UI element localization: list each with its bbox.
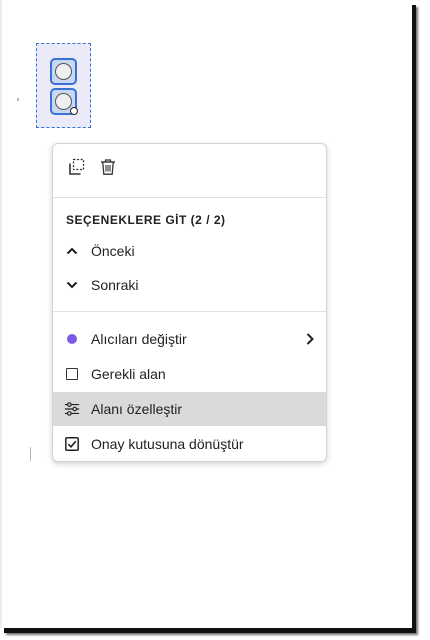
navigation-title: SEÇENEKLERE GİT (2 / 2) bbox=[66, 213, 226, 227]
sliders-icon bbox=[64, 401, 80, 417]
checkbox-unchecked-icon[interactable] bbox=[64, 366, 80, 382]
required-field-item[interactable]: Gerekli alan bbox=[53, 357, 326, 391]
field-context-menu: SEÇENEKLERE GİT (2 / 2) Önceki Sonraki A… bbox=[52, 143, 327, 462]
menu-divider bbox=[53, 311, 326, 312]
radio-button-group[interactable] bbox=[36, 43, 91, 128]
next-option-label: Sonraki bbox=[91, 277, 139, 293]
duplicate-icon bbox=[68, 158, 86, 181]
recipient-color-dot-icon bbox=[64, 331, 80, 347]
radio-button-stack bbox=[50, 55, 77, 115]
chevron-right-icon bbox=[304, 332, 316, 346]
page-tick-mark bbox=[17, 98, 19, 101]
required-field-label: Gerekli alan bbox=[91, 366, 166, 382]
previous-option-item[interactable]: Önceki bbox=[53, 234, 326, 268]
previous-option-label: Önceki bbox=[91, 243, 135, 259]
radio-circle bbox=[55, 63, 72, 80]
convert-to-checkbox-label: Onay kutusuna dönüştür bbox=[91, 436, 244, 452]
customize-field-item[interactable]: Alanı özelleştir bbox=[53, 392, 326, 426]
trash-icon bbox=[99, 158, 117, 181]
page-edge bbox=[0, 0, 2, 628]
recipient-color-dot bbox=[67, 334, 77, 344]
delete-button[interactable] bbox=[97, 158, 119, 180]
convert-to-checkbox-item[interactable]: Onay kutusuna dönüştür bbox=[53, 427, 326, 461]
menu-divider bbox=[53, 197, 326, 198]
page-tick-mark bbox=[30, 447, 31, 461]
checkbox-checked-icon bbox=[64, 436, 80, 452]
chevron-down-icon bbox=[64, 277, 80, 293]
resize-handle[interactable] bbox=[70, 107, 78, 115]
menu-toolbar bbox=[53, 144, 326, 197]
change-recipients-item[interactable]: Alıcıları değiştir bbox=[53, 322, 326, 356]
document-page: SEÇENEKLERE GİT (2 / 2) Önceki Sonraki A… bbox=[0, 0, 412, 628]
change-recipients-label: Alıcıları değiştir bbox=[91, 331, 187, 347]
customize-field-label: Alanı özelleştir bbox=[91, 401, 183, 417]
chevron-up-icon bbox=[64, 243, 80, 259]
radio-circle bbox=[55, 93, 72, 110]
required-field-checkbox[interactable] bbox=[66, 368, 78, 380]
next-option-item[interactable]: Sonraki bbox=[53, 268, 326, 302]
duplicate-button[interactable] bbox=[66, 158, 88, 180]
radio-button-option-1[interactable] bbox=[50, 58, 77, 85]
